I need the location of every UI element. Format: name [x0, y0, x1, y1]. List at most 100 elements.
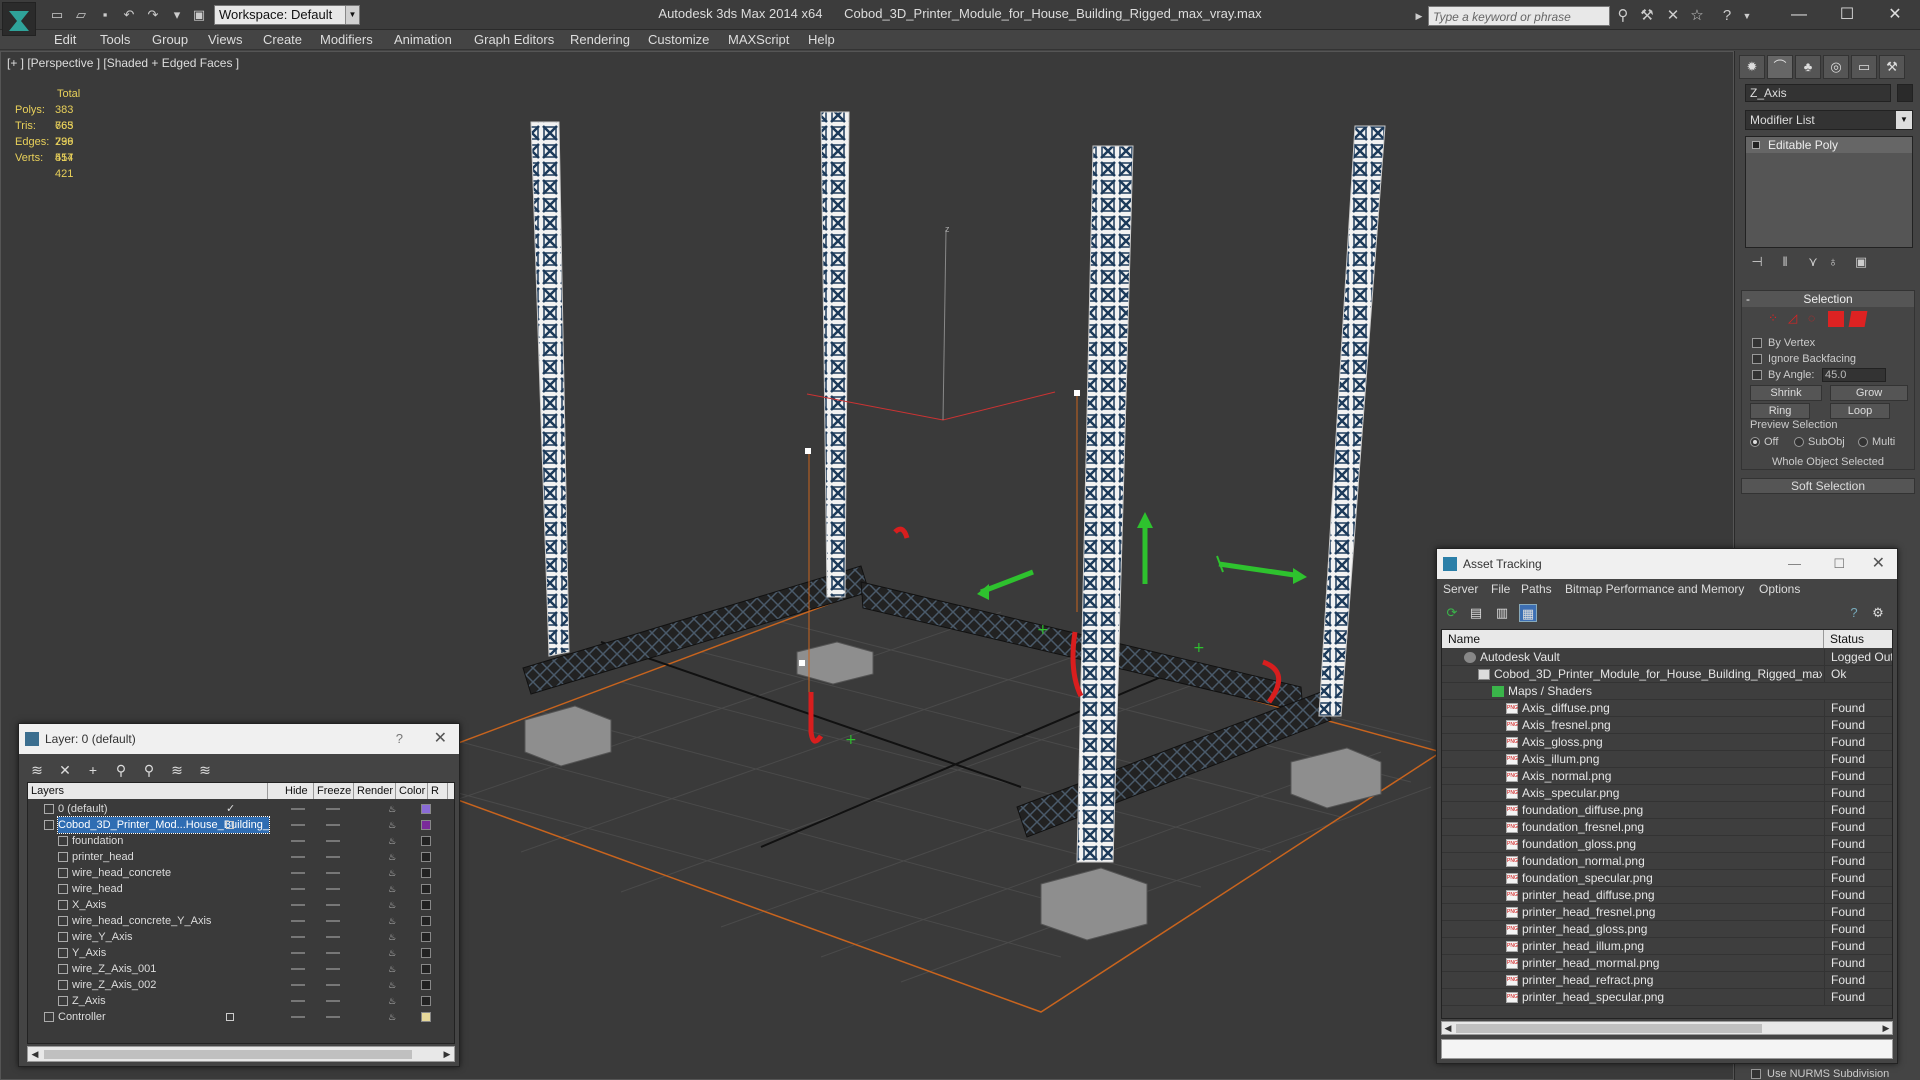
- utilities-tab-icon[interactable]: ⚒: [1879, 55, 1905, 79]
- ring-button[interactable]: Ring: [1750, 403, 1810, 419]
- hide-toggle[interactable]: [291, 856, 305, 858]
- ignore-backfacing-checkbox[interactable]: Ignore Backfacing: [1752, 352, 1902, 366]
- hide-toggle[interactable]: [291, 1016, 305, 1018]
- object-name-field[interactable]: Z_Axis: [1745, 84, 1891, 102]
- asset-row[interactable]: Axis_normal.png Found: [1442, 768, 1892, 785]
- asset-row[interactable]: printer_head_diffuse.png Found: [1442, 887, 1892, 904]
- modifier-stack[interactable]: Editable Poly: [1745, 136, 1913, 248]
- hide-toggle[interactable]: [291, 808, 305, 810]
- layer-row[interactable]: wire_head ♨: [28, 881, 454, 897]
- maximize-icon[interactable]: ☐: [1824, 2, 1870, 28]
- create-layer-icon[interactable]: ≋: [27, 760, 47, 780]
- asset-dialog-titlebar[interactable]: Asset Tracking — ☐ ✕: [1437, 549, 1897, 579]
- layer-color-swatch[interactable]: [421, 948, 431, 958]
- remove-modifier-icon[interactable]: ♁: [1823, 252, 1843, 272]
- motion-tab-icon[interactable]: ◎: [1823, 55, 1849, 79]
- menu-group[interactable]: Group: [152, 32, 188, 47]
- layer-color-swatch[interactable]: [421, 932, 431, 942]
- render-teapot-icon[interactable]: ♨: [388, 820, 400, 830]
- freeze-toggle[interactable]: [326, 824, 340, 826]
- layer-name[interactable]: 0 (default): [58, 801, 108, 817]
- layer-row[interactable]: Controller ♨: [28, 1009, 454, 1025]
- soft-selection-rollout[interactable]: Soft Selection: [1741, 478, 1915, 494]
- grow-button[interactable]: Grow: [1830, 385, 1908, 401]
- layer-name[interactable]: Cobod_3D_Printer_Mod...House_Building_: [57, 816, 270, 834]
- hide-all-icon[interactable]: ≋: [167, 760, 187, 780]
- expand-icon[interactable]: [1752, 141, 1760, 149]
- close-icon[interactable]: ✕: [1872, 549, 1885, 579]
- layer-name[interactable]: printer_head: [72, 849, 134, 865]
- object-color-swatch[interactable]: [1897, 84, 1913, 102]
- asset-row[interactable]: Axis_diffuse.png Found: [1442, 700, 1892, 717]
- by-angle-checkbox[interactable]: By Angle: 45.0: [1752, 368, 1902, 382]
- layer-color-swatch[interactable]: [421, 836, 431, 846]
- render-teapot-icon[interactable]: ♨: [388, 980, 400, 990]
- col-render[interactable]: Render: [354, 783, 396, 799]
- hide-toggle[interactable]: [291, 936, 305, 938]
- layer-name[interactable]: wire_head_concrete: [72, 865, 171, 881]
- menu-graph-editors[interactable]: Graph Editors: [474, 32, 554, 47]
- preview-off-radio[interactable]: Off: [1750, 436, 1778, 448]
- menu-file[interactable]: File: [1491, 582, 1510, 596]
- edge-icon[interactable]: ◿: [1788, 311, 1804, 327]
- render-teapot-icon[interactable]: ♨: [388, 868, 400, 878]
- freeze-toggle[interactable]: [326, 920, 340, 922]
- menu-help[interactable]: Help: [808, 32, 835, 47]
- render-teapot-icon[interactable]: ♨: [388, 1012, 400, 1022]
- app-logo-icon[interactable]: [2, 2, 36, 36]
- render-teapot-icon[interactable]: ♨: [388, 948, 400, 958]
- minimize-icon[interactable]: —: [1776, 2, 1822, 28]
- layer-row[interactable]: wire_Z_Axis_002 ♨: [28, 977, 454, 993]
- asset-row[interactable]: printer_head_refract.png Found: [1442, 972, 1892, 989]
- menu-server[interactable]: Server: [1443, 582, 1478, 596]
- hide-toggle[interactable]: [291, 952, 305, 954]
- layer-row[interactable]: wire_head_concrete ♨: [28, 865, 454, 881]
- asset-row[interactable]: Axis_illum.png Found: [1442, 751, 1892, 768]
- subscription-icon[interactable]: ⚒: [1638, 7, 1656, 25]
- shrink-button[interactable]: Shrink: [1750, 385, 1822, 401]
- list-view-icon[interactable]: ▤: [1467, 604, 1485, 622]
- hide-toggle[interactable]: [291, 872, 305, 874]
- vertex-icon[interactable]: ⁘: [1768, 311, 1784, 327]
- col-freeze[interactable]: Freeze: [314, 783, 354, 799]
- col-name[interactable]: Name: [1442, 630, 1824, 648]
- layer-color-swatch[interactable]: [421, 868, 431, 878]
- current-layer-check-icon[interactable]: ✓: [226, 801, 235, 817]
- layer-name[interactable]: wire_Z_Axis_002: [72, 977, 156, 993]
- loop-button[interactable]: Loop: [1830, 403, 1890, 419]
- search-input[interactable]: Type a keyword or phrase: [1428, 6, 1610, 26]
- layer-color-swatch[interactable]: [421, 980, 431, 990]
- render-teapot-icon[interactable]: ♨: [388, 836, 400, 846]
- menu-rendering[interactable]: Rendering: [570, 32, 630, 47]
- col-hide[interactable]: Hide: [282, 783, 314, 799]
- freeze-toggle[interactable]: [326, 1000, 340, 1002]
- delete-layer-icon[interactable]: ✕: [55, 760, 75, 780]
- asset-row[interactable]: printer_head_gloss.png Found: [1442, 921, 1892, 938]
- freeze-toggle[interactable]: [326, 808, 340, 810]
- set-current-icon[interactable]: [226, 1013, 234, 1021]
- layer-color-swatch[interactable]: [421, 1012, 431, 1022]
- menu-animation[interactable]: Animation: [394, 32, 452, 47]
- menu-edit[interactable]: Edit: [54, 32, 76, 47]
- horizontal-scrollbar[interactable]: ◀ ▶: [1441, 1021, 1893, 1035]
- close-icon[interactable]: ✕: [434, 724, 447, 754]
- preview-subobj-radio[interactable]: SubObj: [1794, 436, 1845, 448]
- element-icon[interactable]: [1848, 311, 1868, 327]
- preview-multi-radio[interactable]: Multi: [1858, 436, 1895, 448]
- layer-name[interactable]: wire_head: [72, 881, 123, 897]
- render-teapot-icon[interactable]: ♨: [388, 916, 400, 926]
- layer-color-swatch[interactable]: [421, 900, 431, 910]
- layer-color-swatch[interactable]: [421, 884, 431, 894]
- minimize-icon[interactable]: —: [1788, 549, 1801, 579]
- layer-color-swatch[interactable]: [421, 820, 431, 830]
- render-teapot-icon[interactable]: ♨: [388, 964, 400, 974]
- stack-item-editable-poly[interactable]: Editable Poly: [1746, 137, 1912, 153]
- col-color[interactable]: Color: [396, 783, 428, 799]
- menu-bitmap-performance[interactable]: Bitmap Performance and Memory: [1565, 582, 1744, 596]
- freeze-all-icon[interactable]: ≋: [195, 760, 215, 780]
- search-arrow-icon[interactable]: ▶: [1410, 7, 1428, 25]
- border-icon[interactable]: ◌: [1808, 311, 1824, 327]
- pin-stack-icon[interactable]: ⊣: [1747, 252, 1767, 272]
- set-current-icon[interactable]: [226, 821, 234, 829]
- asset-row[interactable]: Axis_gloss.png Found: [1442, 734, 1892, 751]
